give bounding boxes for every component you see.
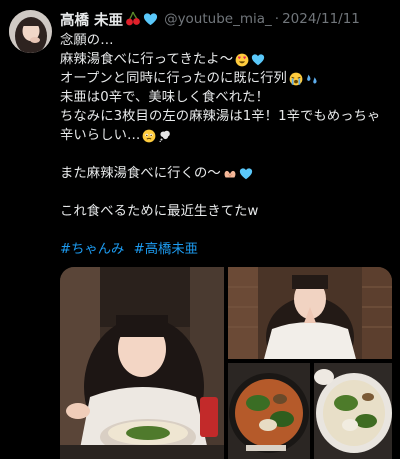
heart-eyes-icon (235, 53, 249, 67)
display-name[interactable]: 高橋 未亜 (60, 9, 123, 30)
text-line: これ食べるために最近生きてたw (60, 204, 259, 219)
handle[interactable]: @youtube_mia_ (164, 11, 272, 27)
hashtags: #ちゃんみ #高橋未亜 (60, 238, 198, 257)
text-line: 未亜は0辛で、美味しく食べれた！ (60, 90, 269, 105)
photo-mild-malatang[interactable] (314, 363, 392, 459)
separator-dot: · (274, 11, 280, 27)
text-line: また麻辣湯食べに行くの〜 (60, 166, 221, 181)
blue-heart-icon (239, 167, 253, 181)
hashtag-link[interactable]: #高橋未亜 (134, 242, 198, 257)
heart-hands-icon (223, 167, 237, 181)
hashtag-link[interactable]: #ちゃんみ (60, 242, 124, 257)
thought-bubble-icon (158, 129, 172, 143)
text-line: 麻辣湯食べに行ってきたよ〜 (60, 52, 234, 67)
tweet-header: 高橋 未亜 @youtube_mia_ · 2024/11/11 (60, 8, 396, 30)
holding-tears-icon (142, 129, 156, 143)
sweat-drops-icon (305, 72, 319, 86)
text-line: 念願の… (60, 33, 114, 48)
blue-heart-icon (251, 53, 265, 67)
cherry-icon (125, 11, 141, 27)
text-line: ちなみに3枚目の左の麻辣湯は1辛！1辛でもめっちゃ (60, 109, 381, 124)
media-grid (60, 267, 392, 459)
photo-girl-with-ramen[interactable] (60, 267, 224, 459)
text-line: オープンと同時に行ったのに既に行列 (60, 71, 287, 86)
tweet-text: 念願の… 麻辣湯食べに行ってきたよ〜 オープンと同時に行ったのに既に行列 未亜は… (60, 31, 396, 221)
tweet[interactable]: 高橋 未亜 @youtube_mia_ · 2024/11/11 念願の… 麻辣… (0, 0, 400, 459)
photo-spicy-malatang[interactable] (228, 363, 310, 459)
tweet-date[interactable]: 2024/11/11 (282, 11, 360, 27)
blue-heart-icon (143, 12, 158, 27)
text-line: 辛いらしい… (60, 128, 141, 143)
crying-icon (289, 72, 303, 86)
avatar[interactable] (9, 10, 52, 53)
photo-praying-hands[interactable] (228, 267, 392, 359)
